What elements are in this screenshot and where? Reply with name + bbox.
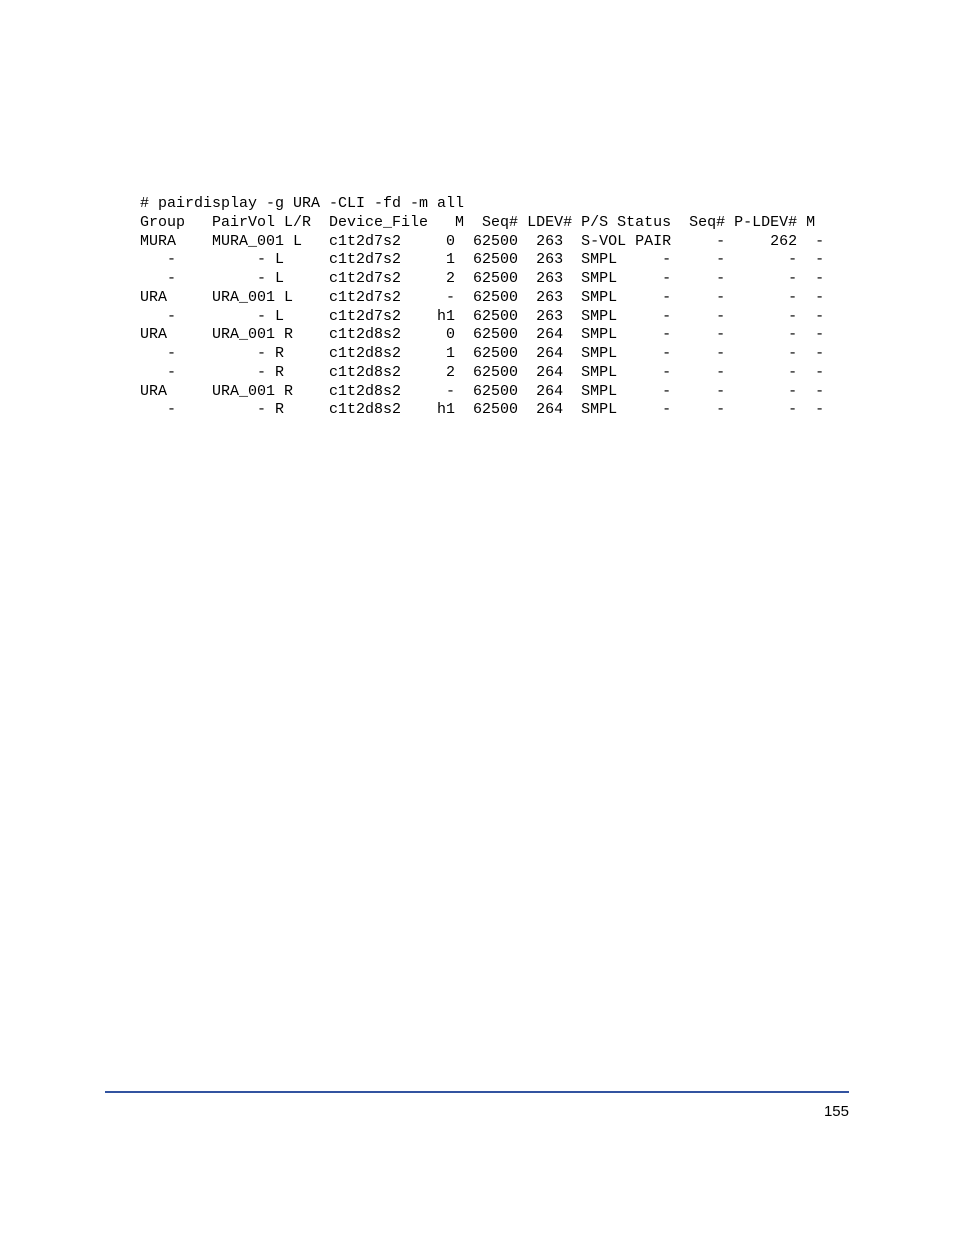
table-row: MURA MURA_001 L c1t2d7s2 0 62500 263 S-V…: [140, 233, 824, 250]
table-row: URA URA_001 R c1t2d8s2 0 62500 264 SMPL …: [140, 326, 824, 343]
command-line: # pairdisplay -g URA -CLI -fd -m all: [140, 195, 464, 212]
code-block: # pairdisplay -g URA -CLI -fd -m all Gro…: [140, 195, 849, 420]
table-row: - - L c1t2d7s2 1 62500 263 SMPL - - - -: [140, 251, 824, 268]
table-header: Group PairVol L/R Device_File M Seq# LDE…: [140, 214, 815, 231]
page-footer: 155: [105, 1091, 849, 1120]
page-content: # pairdisplay -g URA -CLI -fd -m all Gro…: [0, 0, 954, 420]
table-row: - - L c1t2d7s2 2 62500 263 SMPL - - - -: [140, 270, 824, 287]
table-row: URA URA_001 L c1t2d7s2 - 62500 263 SMPL …: [140, 289, 824, 306]
table-row: - - L c1t2d7s2 h1 62500 263 SMPL - - - -: [140, 308, 824, 325]
table-row: - - R c1t2d8s2 h1 62500 264 SMPL - - - -: [140, 401, 824, 418]
table-row: URA URA_001 R c1t2d8s2 - 62500 264 SMPL …: [140, 383, 824, 400]
page-number: 155: [824, 1103, 849, 1120]
table-row: - - R c1t2d8s2 2 62500 264 SMPL - - - -: [140, 364, 824, 381]
table-row: - - R c1t2d8s2 1 62500 264 SMPL - - - -: [140, 345, 824, 362]
